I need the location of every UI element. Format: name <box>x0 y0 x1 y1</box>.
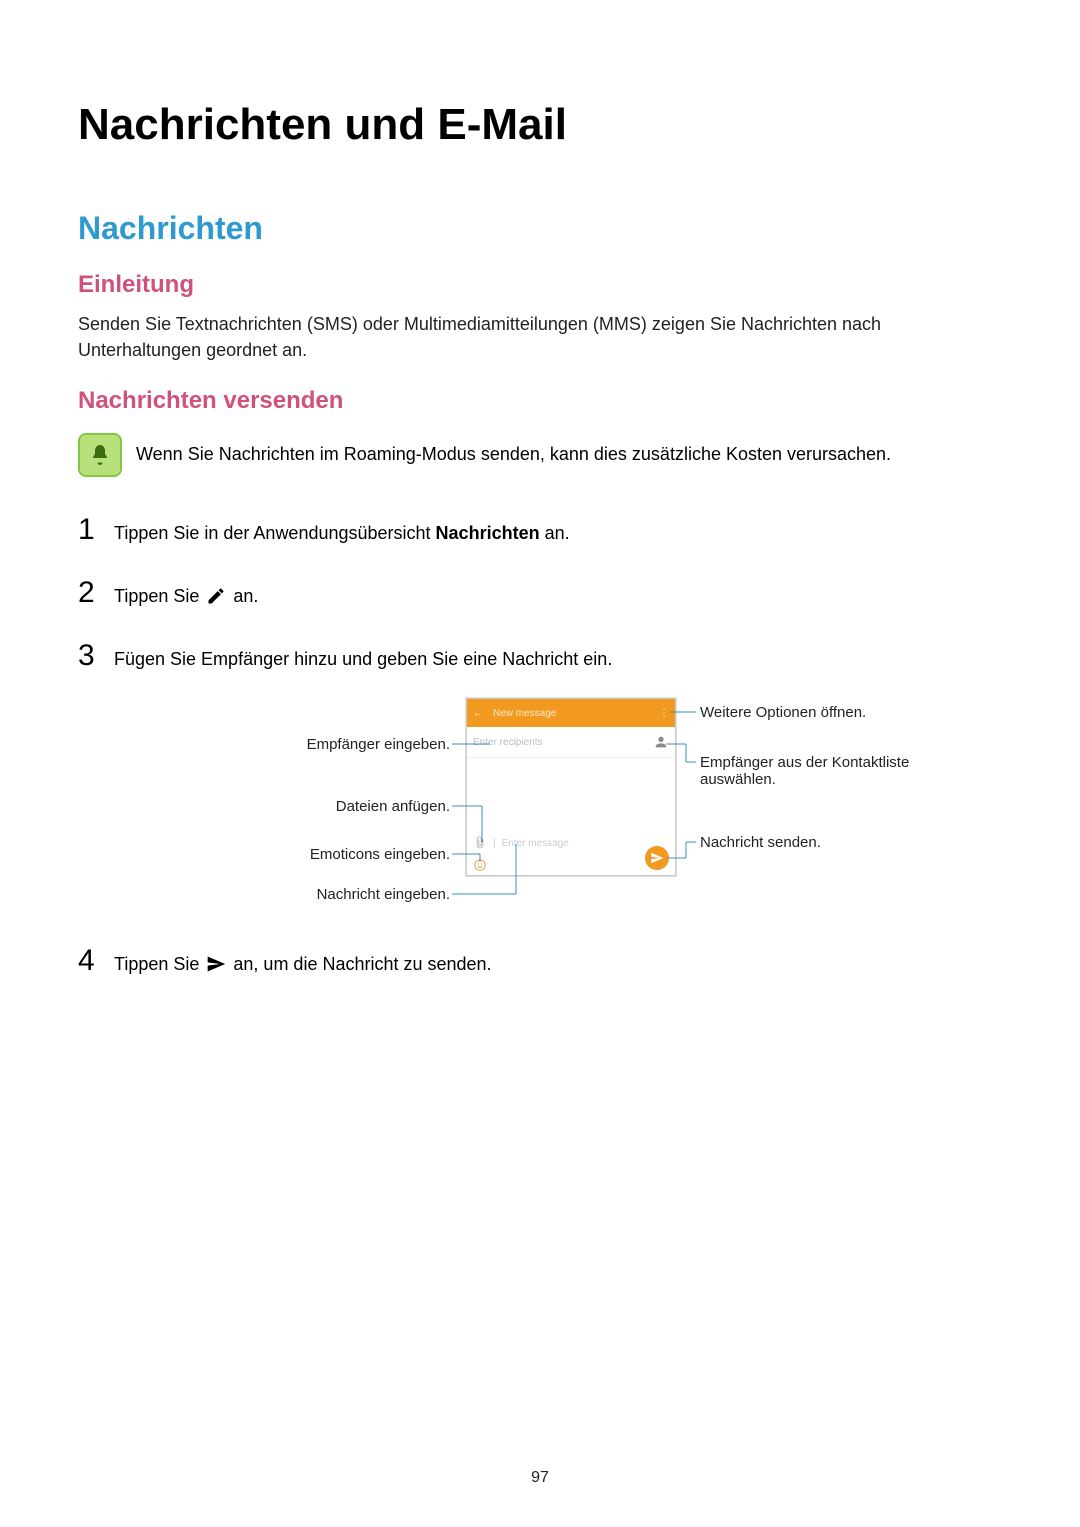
chapter-title: Nachrichten und E-Mail <box>78 100 1002 150</box>
step-2: 2 Tippen Sie an. <box>78 570 1002 615</box>
step-text-bold: Nachrichten <box>436 523 540 543</box>
step-number: 2 <box>78 570 100 615</box>
roaming-note: Wenn Sie Nachrichten im Roaming-Modus se… <box>136 433 891 467</box>
step-text-post: an, um die Nachricht zu senden. <box>233 954 491 974</box>
section-title: Nachrichten <box>78 210 1002 247</box>
compose-diagram: ← New message ⋮ Enter recipients | Enter… <box>190 698 890 928</box>
send-icon <box>206 954 226 974</box>
step-text-pre: Tippen Sie <box>114 954 204 974</box>
step-text-post: an. <box>233 586 258 606</box>
compose-icon <box>206 586 226 606</box>
bell-icon <box>78 433 122 477</box>
page-number: 97 <box>0 1469 1080 1487</box>
step-number: 1 <box>78 507 100 552</box>
step-text-pre: Tippen Sie in der Anwendungsübersicht <box>114 523 436 543</box>
intro-heading: Einleitung <box>78 271 1002 299</box>
send-heading: Nachrichten versenden <box>78 387 1002 415</box>
intro-body: Senden Sie Textnachrichten (SMS) oder Mu… <box>78 311 1002 363</box>
step-4: 4 Tippen Sie an, um die Nachricht zu sen… <box>78 938 1002 983</box>
step-3: 3 Fügen Sie Empfänger hinzu und geben Si… <box>78 633 1002 678</box>
step-text: Fügen Sie Empfänger hinzu und geben Sie … <box>114 646 1002 673</box>
step-number: 4 <box>78 938 100 983</box>
step-number: 3 <box>78 633 100 678</box>
step-1: 1 Tippen Sie in der Anwendungsübersicht … <box>78 507 1002 552</box>
step-text-pre: Tippen Sie <box>114 586 204 606</box>
note-row: Wenn Sie Nachrichten im Roaming-Modus se… <box>78 433 1002 477</box>
step-text-post: an. <box>540 523 570 543</box>
